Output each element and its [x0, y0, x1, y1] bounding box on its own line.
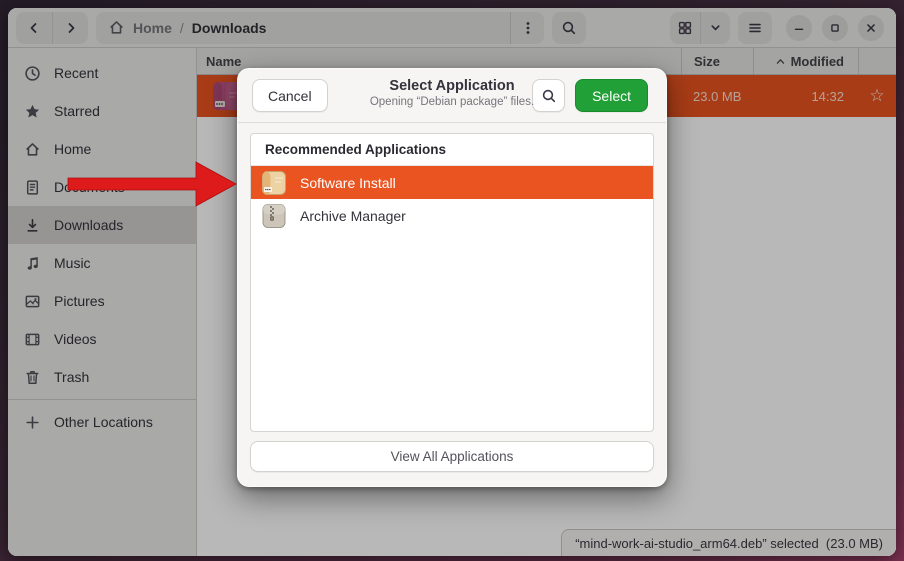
app-row-software-install[interactable]: Software Install	[251, 166, 653, 199]
application-list: Recommended Applications Software Instal…	[250, 133, 654, 432]
archive-manager-icon	[261, 203, 287, 229]
recommended-section-header: Recommended Applications	[251, 134, 653, 166]
software-install-icon	[261, 170, 287, 196]
dialog-title: Select Application	[332, 78, 572, 94]
select-button[interactable]: Select	[575, 79, 648, 112]
select-application-dialog: Cancel Select Application Opening “Debia…	[237, 68, 667, 487]
dialog-title-box: Select Application Opening “Debian packa…	[332, 78, 572, 108]
app-name: Archive Manager	[300, 208, 406, 224]
view-all-applications-button[interactable]: View All Applications	[250, 441, 654, 472]
app-row-archive-manager[interactable]: Archive Manager	[251, 199, 653, 232]
app-name: Software Install	[300, 175, 396, 191]
dialog-header: Cancel Select Application Opening “Debia…	[238, 69, 666, 123]
dialog-subtitle: Opening “Debian package” files.	[332, 96, 572, 108]
cancel-button[interactable]: Cancel	[252, 79, 328, 112]
